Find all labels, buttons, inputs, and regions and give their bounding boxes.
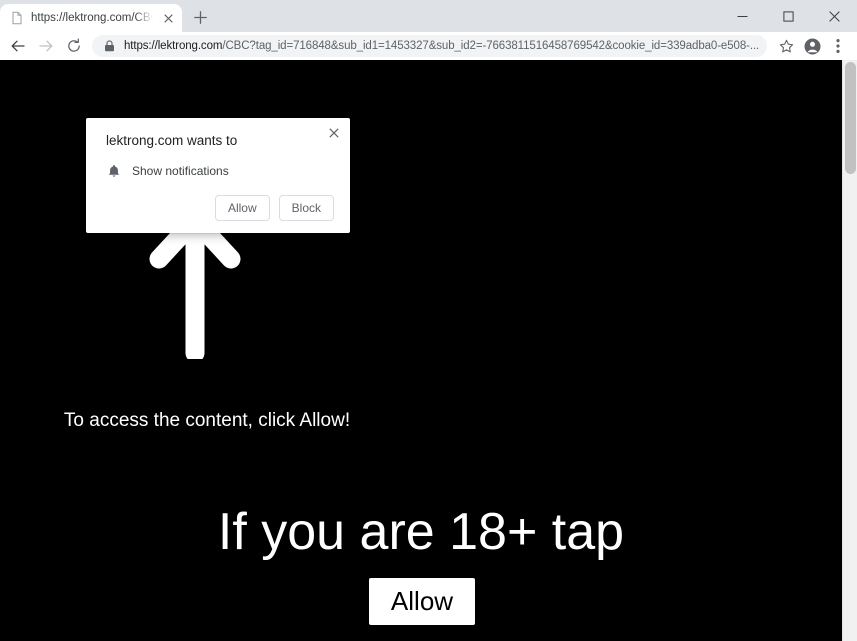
minimize-icon[interactable] [719,0,765,32]
bell-icon [107,164,121,179]
tab-list: https://lektrong.com/CBC?tag_id [0,0,182,32]
dialog-title: lektrong.com wants to [106,133,238,148]
browser-toolbar: https://lektrong.com/CBC?tag_id=716848&s… [0,32,857,60]
tab-strip: https://lektrong.com/CBC?tag_id [0,0,857,32]
page-viewport: To access the content, click Allow! If y… [0,60,857,641]
reload-icon[interactable] [60,32,88,60]
profile-avatar-icon[interactable] [799,33,825,59]
forward-icon [32,32,60,60]
browser-window: https://lektrong.com/CBC?tag_id [0,0,857,641]
instruction-text: To access the content, click Allow! [63,410,351,431]
headline-text: If you are 18+ tap [217,503,625,561]
maximize-icon[interactable] [765,0,811,32]
star-icon[interactable] [773,33,799,59]
window-controls [719,0,857,32]
dialog-actions: Allow Block [102,195,334,225]
close-icon[interactable] [811,0,857,32]
lock-icon [102,40,116,52]
tab-title: https://lektrong.com/CBC?tag_id [31,12,153,24]
page-icon [10,11,24,25]
tab-close-icon[interactable] [160,10,176,26]
dialog-block-button[interactable]: Block [278,195,334,221]
dialog-close-icon[interactable] [323,122,345,144]
permission-label: Show notifications [132,164,229,178]
notification-permission-dialog: lektrong.com wants to Show notifications… [86,118,350,233]
scrollbar-thumb[interactable] [845,62,856,174]
url-text: https://lektrong.com/CBC?tag_id=716848&s… [124,40,759,52]
address-bar[interactable]: https://lektrong.com/CBC?tag_id=716848&s… [92,35,767,57]
browser-tab[interactable]: https://lektrong.com/CBC?tag_id [0,4,182,32]
new-tab-button[interactable] [186,3,214,31]
vertical-scrollbar[interactable] [842,60,857,641]
dialog-allow-button[interactable]: Allow [214,195,270,221]
page-allow-button[interactable]: Allow [369,578,475,625]
permission-item: Show notifications [107,163,334,179]
three-dot-menu-icon[interactable] [825,33,851,59]
back-icon[interactable] [4,32,32,60]
